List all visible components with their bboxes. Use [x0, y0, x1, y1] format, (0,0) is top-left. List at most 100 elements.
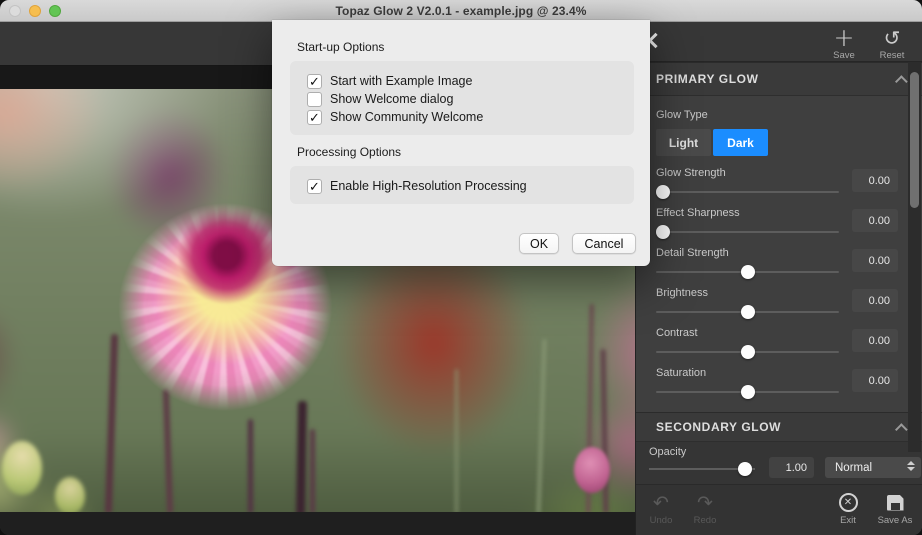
contrast-slider[interactable]	[656, 345, 839, 359]
close-button[interactable]	[9, 5, 21, 17]
save-as-button[interactable]: Save As	[875, 493, 915, 526]
processing-options-section-label: Processing Options	[297, 145, 402, 159]
checkbox-row-example-image[interactable]: ✓ Start with Example Image	[307, 72, 634, 90]
slider-row-saturation: Saturation 0.00	[656, 366, 898, 399]
secondary-glow-header[interactable]: SECONDARY GLOW	[636, 412, 922, 442]
checkbox-label: Start with Example Image	[330, 74, 473, 88]
opacity-label: Opacity	[649, 446, 687, 458]
blend-mode-dropdown[interactable]: Normal	[825, 457, 921, 478]
effect-sharpness-slider[interactable]	[656, 225, 839, 239]
stepper-arrows-icon	[907, 461, 915, 471]
exit-label: Exit	[840, 514, 856, 526]
primary-glow-header[interactable]: PRIMARY GLOW	[636, 62, 922, 96]
glow-type-dark-button[interactable]: Dark	[713, 129, 768, 156]
checkbox-row-community-welcome[interactable]: ✓ Show Community Welcome	[307, 108, 634, 126]
reset-button-label: Reset	[879, 50, 905, 61]
slider-thumb[interactable]	[740, 385, 755, 399]
undo-button[interactable]: ↶ Undo	[644, 491, 678, 526]
reset-button[interactable]: ↺ Reset	[870, 27, 914, 61]
checkbox[interactable]: ✓	[307, 73, 322, 89]
adjustments-sidebar: + Save ↺ Reset PRIMARY GLOW Glow Type Li…	[635, 22, 922, 535]
undo-icon: ↶	[653, 491, 669, 514]
glow-strength-value[interactable]: 0.00	[852, 169, 898, 192]
slider-thumb[interactable]	[740, 305, 755, 319]
minimize-button[interactable]	[29, 5, 41, 17]
slider-thumb[interactable]	[738, 462, 753, 476]
slider-label: Saturation	[656, 367, 707, 379]
flower-bud-left-2	[55, 477, 85, 512]
slider-row-detail-strength: Detail Strength 0.00	[656, 246, 898, 279]
checkbox-label: Show Community Welcome	[330, 110, 484, 124]
app-window: Topaz Glow 2 V2.0.1 - example.jpg @ 23.4…	[0, 0, 922, 535]
detail-strength-value[interactable]: 0.00	[852, 249, 898, 272]
glow-type-toggle: Light Dark	[656, 129, 922, 156]
ok-button[interactable]: OK	[519, 233, 559, 254]
cancel-button[interactable]: Cancel	[572, 233, 636, 254]
primary-glow-body: Glow Type Light Dark Glow Strength 0.00 …	[636, 96, 922, 412]
startup-options-group: ✓ Start with Example Image Show Welcome …	[290, 61, 634, 135]
canvas-letterbox-bottom	[0, 512, 635, 535]
slider-label: Detail Strength	[656, 247, 729, 259]
processing-options-group: ✓ Enable High-Resolution Processing	[290, 166, 634, 204]
slider-row-glow-strength: Glow Strength 0.00	[656, 166, 898, 199]
exit-button[interactable]: ✕ Exit	[831, 493, 865, 526]
slider-label: Glow Strength	[656, 167, 726, 179]
zoom-button[interactable]	[49, 5, 61, 17]
secondary-glow-body: Opacity 1.00 Normal	[636, 442, 922, 485]
slider-label: Brightness	[656, 287, 708, 299]
panel-scrollbar[interactable]	[908, 62, 921, 452]
saturation-value[interactable]: 0.00	[852, 369, 898, 392]
checkbox-row-welcome-dialog[interactable]: Show Welcome dialog	[307, 90, 634, 108]
titlebar: Topaz Glow 2 V2.0.1 - example.jpg @ 23.4…	[0, 0, 922, 22]
slider-label: Contrast	[656, 327, 698, 339]
slider-thumb[interactable]	[740, 265, 755, 279]
secondary-glow-title: SECONDARY GLOW	[656, 420, 782, 434]
effect-sharpness-value[interactable]: 0.00	[852, 209, 898, 232]
saturation-slider[interactable]	[656, 385, 839, 399]
checkbox-label: Enable High-Resolution Processing	[330, 179, 527, 193]
chevron-left-icon[interactable]	[647, 32, 664, 49]
checkbox-row-high-resolution[interactable]: ✓ Enable High-Resolution Processing	[307, 177, 634, 195]
slider-thumb[interactable]	[656, 225, 671, 239]
redo-icon: ↷	[697, 491, 713, 514]
glow-strength-slider[interactable]	[656, 185, 839, 199]
blend-mode-value: Normal	[835, 461, 873, 474]
brightness-value[interactable]: 0.00	[852, 289, 898, 312]
checkbox-label: Show Welcome dialog	[330, 92, 454, 106]
slider-row-contrast: Contrast 0.00	[656, 326, 898, 359]
save-button[interactable]: + Save	[822, 23, 866, 61]
detail-strength-slider[interactable]	[656, 265, 839, 279]
checkbox[interactable]: ✓	[307, 178, 322, 194]
redo-label: Redo	[693, 514, 717, 526]
redo-button[interactable]: ↷ Redo	[688, 491, 722, 526]
glow-type-light-button[interactable]: Light	[656, 129, 711, 156]
flower-bud-right	[574, 447, 610, 493]
save-as-icon	[886, 494, 904, 511]
opacity-value[interactable]: 1.00	[769, 457, 814, 478]
save-as-label: Save As	[877, 514, 913, 526]
plus-icon: +	[833, 23, 855, 52]
startup-options-section-label: Start-up Options	[297, 40, 385, 54]
opacity-slider[interactable]	[649, 462, 755, 476]
reset-icon: ↺	[883, 26, 901, 50]
brightness-slider[interactable]	[656, 305, 839, 319]
slider-thumb[interactable]	[740, 345, 755, 359]
scrollbar-thumb[interactable]	[910, 72, 919, 208]
sidebar-toolbar: + Save ↺ Reset	[636, 22, 922, 62]
slider-thumb[interactable]	[656, 185, 671, 199]
exit-icon: ✕	[838, 493, 858, 512]
chevron-up-icon[interactable]	[895, 422, 908, 436]
slider-label: Effect Sharpness	[656, 207, 740, 219]
checkbox[interactable]	[307, 91, 322, 107]
startup-options-dialog: Start-up Options ✓ Start with Example Im…	[272, 20, 650, 266]
sidebar-footer: ↶ Undo ↷ Redo ✕ Exit Save As	[636, 485, 922, 535]
traffic-lights	[9, 0, 61, 22]
checkbox[interactable]: ✓	[307, 109, 322, 125]
contrast-value[interactable]: 0.00	[852, 329, 898, 352]
glow-type-label: Glow Type	[656, 109, 708, 121]
primary-glow-title: PRIMARY GLOW	[656, 72, 759, 86]
chevron-up-icon[interactable]	[895, 74, 908, 88]
flower-bud-left	[2, 441, 42, 495]
slider-row-effect-sharpness: Effect Sharpness 0.00	[656, 206, 898, 239]
save-button-label: Save	[833, 50, 855, 61]
